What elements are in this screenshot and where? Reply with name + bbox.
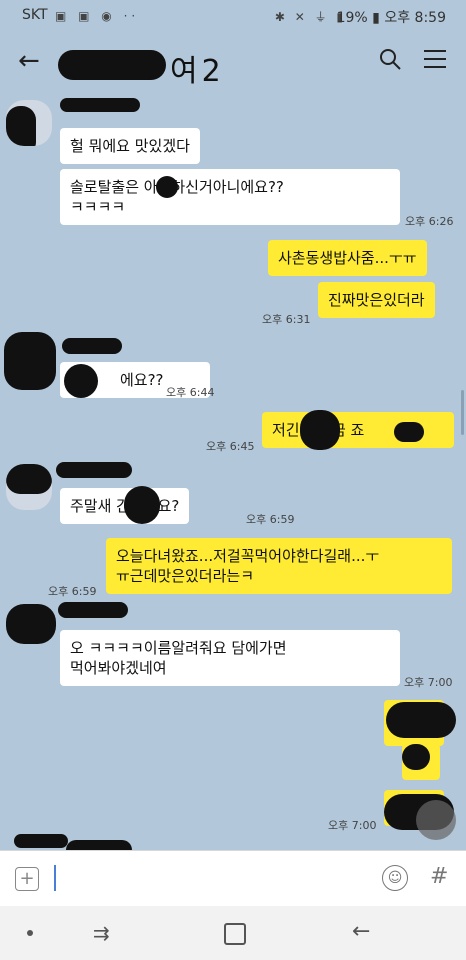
nav-dot-icon[interactable]: [27, 930, 33, 936]
message-bubble[interactable]: 오늘다녀왔죠...저걸꼭먹어야한다길래...ㅜ ㅠ근데맛은있더라는ㅋ: [106, 538, 452, 594]
redacted-sender: [62, 338, 122, 354]
message-time: 오후 6:59: [246, 513, 295, 526]
system-icons: ✱ ✕ ⏚ ▮: [274, 10, 346, 24]
message-bubble[interactable]: 저긴 난지금 죠: [262, 412, 454, 448]
notification-icons: ▣ ▣ ◉ ··: [55, 9, 140, 23]
message-time: 오후 6:44: [166, 386, 215, 399]
recent-apps-icon[interactable]: ⇉: [93, 921, 110, 945]
chat-title: 여2: [170, 54, 225, 89]
redacted-name: [58, 50, 166, 80]
avatar[interactable]: [6, 464, 52, 510]
redaction-mark: [386, 702, 456, 738]
message-bubble[interactable]: 솔로탈출은 아이하신거아니에요?? ㅋㅋㅋㅋ: [60, 169, 400, 225]
menu-icon[interactable]: [424, 50, 446, 74]
redacted-sender: [58, 602, 128, 618]
message-time: 오후 6:45: [206, 440, 255, 453]
message-list: 헐 뭐에요 맛있겠다 솔로탈출은 아이하신거아니에요?? ㅋㅋㅋㅋ 오후 6:2…: [0, 92, 466, 860]
battery-level: 19%: [336, 10, 368, 26]
avatar[interactable]: [6, 604, 56, 644]
plus-icon[interactable]: +: [15, 867, 39, 891]
hash-icon[interactable]: #: [430, 864, 448, 889]
message-bubble[interactable]: 진짜맛은있더라: [318, 282, 435, 318]
scrollbar[interactable]: [461, 390, 464, 435]
message-bubble[interactable]: 헐 뭐에요 맛있겠다: [60, 128, 200, 164]
redaction-mark: [300, 410, 340, 450]
message-bubble[interactable]: 오 ㅋㅋㅋㅋ이름알려줘요 담에가면 먹어봐야겠네여: [60, 630, 400, 686]
status-right: 19% ▮ 오후 8:59: [337, 7, 446, 27]
android-nav-bar: ⇉ ←: [0, 906, 466, 960]
message-time: 오후 6:59: [48, 585, 97, 598]
scroll-down-button[interactable]: [416, 800, 456, 840]
redaction-mark: [14, 834, 68, 848]
redaction-mark: [394, 422, 424, 442]
redaction-mark: [156, 176, 178, 198]
emoji-icon[interactable]: ☺: [382, 865, 408, 891]
home-icon[interactable]: [224, 923, 246, 945]
redaction-mark: [64, 364, 98, 398]
status-bar: SKT ▣ ▣ ◉ ·· ✱ ✕ ⏚ ▮ 19% ▮ 오후 8:59: [0, 0, 466, 32]
search-icon[interactable]: [378, 47, 402, 71]
chat-header: ← 여2: [0, 32, 466, 92]
carrier-label: SKT: [22, 7, 48, 23]
battery-icon: ▮: [372, 10, 380, 26]
avatar[interactable]: [6, 100, 52, 146]
message-bubble[interactable]: 사촌동생밥사줌...ㅜㅠ: [268, 240, 427, 276]
redaction-mark: [124, 486, 160, 524]
message-time: 오후 6:31: [262, 313, 311, 326]
back-arrow-icon[interactable]: ←: [18, 46, 40, 76]
redaction-mark: [402, 744, 430, 770]
message-time: 오후 6:26: [405, 215, 454, 228]
nav-back-icon[interactable]: ←: [352, 919, 370, 944]
message-input[interactable]: [54, 865, 56, 891]
message-time: 오후 7:00: [328, 819, 377, 832]
clock: 오후 8:59: [384, 10, 446, 26]
redacted-sender: [60, 98, 140, 112]
redacted-sender: [56, 462, 132, 478]
input-bar: + ☺ #: [0, 850, 466, 907]
avatar[interactable]: [4, 332, 56, 390]
message-time: 오후 7:00: [404, 676, 453, 689]
